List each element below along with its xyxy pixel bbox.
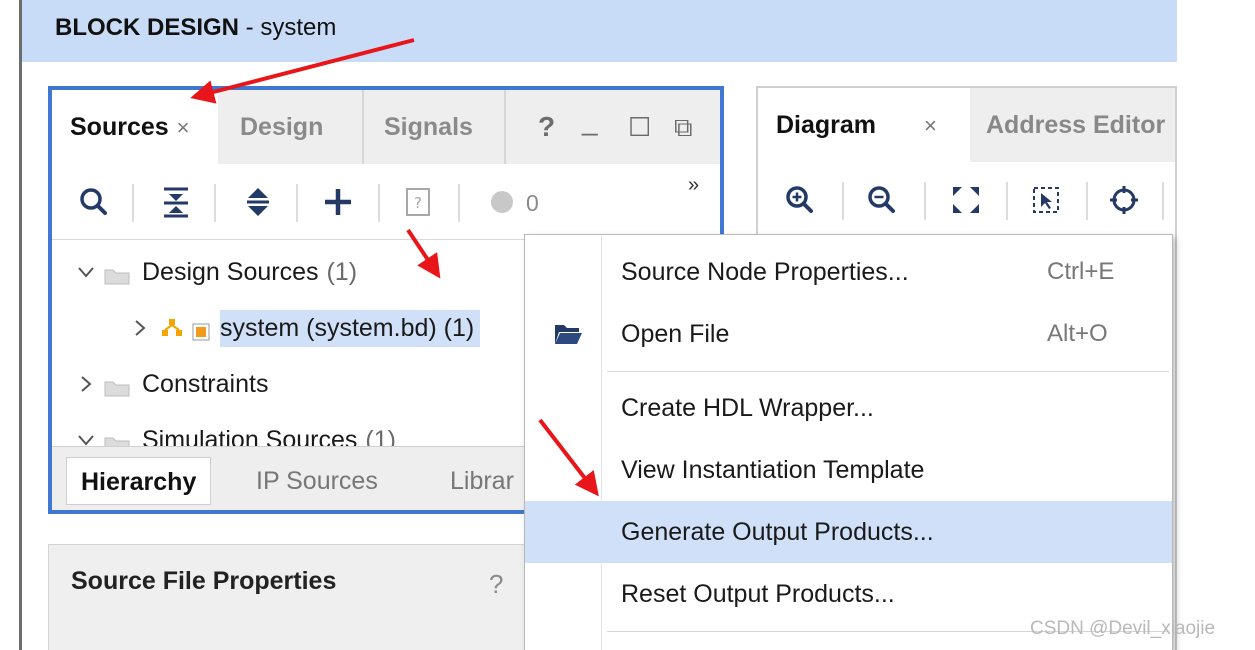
- menu-item-label: Generate Output Products...: [621, 517, 934, 546]
- tab-diagram[interactable]: Diagram ×: [758, 88, 970, 162]
- toolbar-divider: [132, 184, 134, 222]
- page-title: BLOCK DESIGN - system: [55, 14, 336, 42]
- menu-item-label: Reset Output Products...: [621, 579, 895, 608]
- toolbar-divider: [842, 182, 844, 220]
- zoom-out-icon[interactable]: [862, 180, 902, 220]
- tab-sources[interactable]: Sources ×: [52, 90, 218, 164]
- add-icon[interactable]: [318, 182, 358, 222]
- source-file-properties-panel: Source File Properties ?: [48, 544, 528, 650]
- help-icon[interactable]: ?: [489, 569, 503, 600]
- chevron-right-icon[interactable]: [130, 318, 150, 338]
- menu-item-label: Create HDL Wrapper...: [621, 393, 874, 422]
- sources-tab-strip: Sources × Design Signals ? _ ☐ ⧉: [52, 90, 720, 164]
- menu-item-shortcut: Alt+O: [1047, 320, 1108, 347]
- tab-design-label: Design: [240, 113, 324, 141]
- collapse-all-icon[interactable]: [156, 182, 196, 222]
- menu-divider: [607, 371, 1169, 372]
- toolbar-divider: [1006, 182, 1008, 220]
- menu-item-open-file[interactable]: Open File Alt+O: [525, 303, 1172, 365]
- unknown-file-icon[interactable]: ?: [398, 182, 438, 222]
- tab-libraries[interactable]: Librar: [450, 457, 514, 505]
- toolbar-divider: [296, 184, 298, 222]
- tab-diagram-label: Diagram: [776, 111, 877, 139]
- tab-ip-sources[interactable]: IP Sources: [256, 457, 378, 505]
- diagram-toolbar: [758, 162, 1175, 238]
- tab-signals-label: Signals: [384, 113, 473, 141]
- props-title: Source File Properties: [71, 567, 337, 595]
- error-status-icon[interactable]: [482, 182, 522, 222]
- toolbar-divider: [214, 184, 216, 222]
- menu-item-shortcut: Ctrl+E: [1047, 258, 1115, 285]
- tree-item-label: system (system.bd) (1): [220, 309, 481, 347]
- folder-icon: [104, 263, 130, 285]
- block-design-icon: [158, 317, 186, 339]
- open-folder-icon: [553, 322, 583, 346]
- tab-address-editor[interactable]: Address Editor: [986, 88, 1165, 162]
- tree-item-count: (1): [326, 257, 358, 286]
- toolbar-divider: [1086, 182, 1088, 220]
- tree-item-label: Design Sources: [142, 257, 319, 286]
- toolbar-divider: [378, 184, 380, 222]
- menu-item-reset-output-products[interactable]: Reset Output Products...: [525, 563, 1172, 625]
- context-menu: Source Node Properties... Ctrl+E Open Fi…: [524, 234, 1173, 650]
- toolbar-divider: [1162, 182, 1164, 220]
- header-title-bold: BLOCK DESIGN: [55, 14, 240, 41]
- diagram-tab-strip: Diagram × Address Editor: [758, 88, 1175, 162]
- window-edge: [0, 0, 22, 650]
- menu-item-generate-output-products[interactable]: Generate Output Products...: [525, 501, 1172, 563]
- maximize-icon[interactable]: ☐: [628, 110, 651, 144]
- tab-sources-label: Sources: [70, 113, 169, 141]
- header-title-rest: - system: [239, 14, 337, 41]
- minimize-icon[interactable]: _: [582, 104, 598, 138]
- toolbar-divider: [458, 184, 460, 222]
- menu-item-create-hdl-wrapper[interactable]: Create HDL Wrapper...: [525, 377, 1172, 439]
- svg-text:?: ?: [414, 194, 422, 212]
- tree-item-system-bd[interactable]: system (system.bd) (1): [130, 300, 481, 356]
- square-marker-icon: [192, 319, 210, 341]
- fit-view-icon[interactable]: [946, 180, 986, 220]
- close-icon[interactable]: ×: [177, 115, 190, 140]
- tab-design[interactable]: Design: [240, 90, 323, 164]
- chevron-down-icon[interactable]: [76, 262, 96, 282]
- sources-toolbar: ? 0 »: [52, 164, 720, 240]
- chevron-down-icon[interactable]: [76, 430, 96, 446]
- tree-item-design-sources[interactable]: Design Sources (1): [76, 244, 357, 300]
- folder-icon: [104, 431, 130, 446]
- toolbar-overflow-icon[interactable]: »: [688, 174, 699, 197]
- tree-item-constraints[interactable]: Constraints: [76, 356, 268, 412]
- help-icon[interactable]: ?: [538, 110, 555, 144]
- folder-icon: [104, 375, 130, 397]
- tab-signals[interactable]: Signals: [384, 90, 473, 164]
- tree-item-label: Simulation Sources: [142, 425, 358, 447]
- vivado-window: BLOCK DESIGN - system Sources × Design Si…: [0, 0, 1255, 650]
- tree-item-label: Constraints: [142, 369, 269, 398]
- tab-divider: [504, 90, 506, 164]
- select-area-icon[interactable]: [1026, 180, 1066, 220]
- zoom-in-icon[interactable]: [780, 180, 820, 220]
- tree-item-count: (1): [365, 425, 396, 447]
- block-design-header: BLOCK DESIGN - system: [22, 0, 1177, 62]
- search-icon[interactable]: [74, 182, 114, 222]
- tab-hierarchy[interactable]: Hierarchy: [66, 457, 212, 505]
- toolbar-divider: [924, 182, 926, 220]
- menu-item-label: Open File: [621, 319, 730, 348]
- watermark: CSDN @Devil_xiaojie: [1030, 618, 1216, 639]
- menu-item-label: Source Node Properties...: [621, 257, 909, 286]
- chevron-right-icon[interactable]: [76, 374, 96, 394]
- menu-item-view-instantiation-template[interactable]: View Instantiation Template: [525, 439, 1172, 501]
- target-icon[interactable]: [1104, 180, 1144, 220]
- expand-all-icon[interactable]: [238, 182, 278, 222]
- float-window-icon[interactable]: ⧉: [674, 110, 693, 144]
- close-icon[interactable]: ×: [924, 113, 937, 138]
- menu-item-source-node-properties[interactable]: Source Node Properties... Ctrl+E: [525, 241, 1172, 303]
- tree-item-simulation-sources[interactable]: Simulation Sources (1): [76, 412, 396, 446]
- menu-item-label: View Instantiation Template: [621, 455, 925, 484]
- error-count: 0: [526, 190, 539, 216]
- tab-divider: [362, 90, 364, 164]
